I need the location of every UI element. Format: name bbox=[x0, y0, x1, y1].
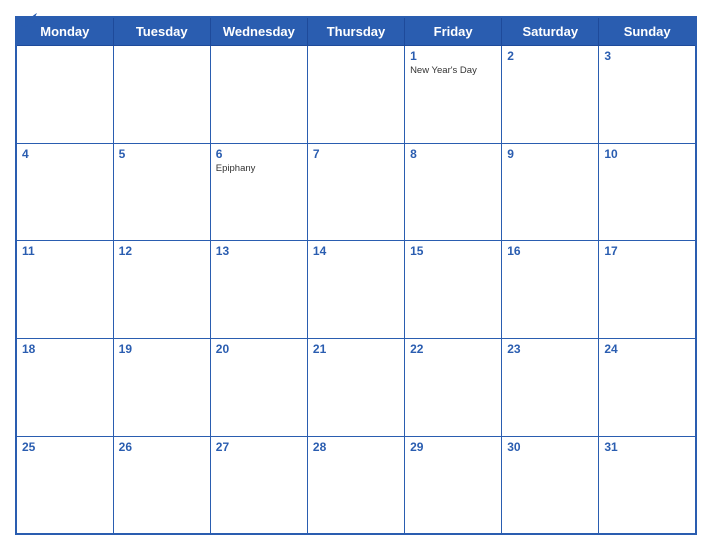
day-number: 12 bbox=[119, 244, 205, 258]
day-number: 11 bbox=[22, 244, 108, 258]
day-number: 3 bbox=[604, 49, 690, 63]
calendar-cell: 9 bbox=[502, 143, 599, 241]
calendar-cell: 15 bbox=[405, 241, 502, 339]
calendar-cell: 26 bbox=[113, 436, 210, 534]
calendar-week-row-1: 1 New Year's Day 23 bbox=[16, 46, 696, 144]
calendar-cell: 29 bbox=[405, 436, 502, 534]
holiday-name: New Year's Day bbox=[410, 65, 496, 76]
day-number: 17 bbox=[604, 244, 690, 258]
day-number: 25 bbox=[22, 440, 108, 454]
day-number: 14 bbox=[313, 244, 399, 258]
day-number: 10 bbox=[604, 147, 690, 161]
holiday-name: Epiphany bbox=[216, 163, 302, 174]
day-number: 13 bbox=[216, 244, 302, 258]
calendar-cell: 28 bbox=[307, 436, 404, 534]
calendar-cell: 8 bbox=[405, 143, 502, 241]
calendar-week-row-3: 11 12 13 14 15 16 17 bbox=[16, 241, 696, 339]
calendar-cell bbox=[210, 46, 307, 144]
day-number: 29 bbox=[410, 440, 496, 454]
day-number: 21 bbox=[313, 342, 399, 356]
day-number: 4 bbox=[22, 147, 108, 161]
calendar-cell: 30 bbox=[502, 436, 599, 534]
logo-area bbox=[15, 10, 39, 30]
calendar-cell: 17 bbox=[599, 241, 696, 339]
weekday-header-wednesday: Wednesday bbox=[210, 17, 307, 46]
day-number: 18 bbox=[22, 342, 108, 356]
calendar-cell: 13 bbox=[210, 241, 307, 339]
calendar-cell bbox=[113, 46, 210, 144]
day-number: 30 bbox=[507, 440, 593, 454]
day-number: 22 bbox=[410, 342, 496, 356]
calendar-cell: 10 bbox=[599, 143, 696, 241]
day-number: 27 bbox=[216, 440, 302, 454]
calendar-cell: 12 bbox=[113, 241, 210, 339]
calendar-week-row-2: 456 Epiphany 789 10 bbox=[16, 143, 696, 241]
day-number: 1 bbox=[410, 49, 496, 63]
day-number: 9 bbox=[507, 147, 593, 161]
day-number: 16 bbox=[507, 244, 593, 258]
calendar-cell: 2 bbox=[502, 46, 599, 144]
weekday-header-friday: Friday bbox=[405, 17, 502, 46]
calendar-cell: 3 bbox=[599, 46, 696, 144]
calendar-week-row-4: 18 19 20 21 22 23 24 bbox=[16, 339, 696, 437]
day-number: 7 bbox=[313, 147, 399, 161]
weekday-header-thursday: Thursday bbox=[307, 17, 404, 46]
logo-bird-icon bbox=[17, 10, 39, 30]
day-number: 24 bbox=[604, 342, 690, 356]
day-number: 20 bbox=[216, 342, 302, 356]
calendar-table: MondayTuesdayWednesdayThursdayFridaySatu… bbox=[15, 16, 697, 535]
calendar-cell: 1 New Year's Day bbox=[405, 46, 502, 144]
calendar-cell: 21 bbox=[307, 339, 404, 437]
day-number: 8 bbox=[410, 147, 496, 161]
weekday-header-tuesday: Tuesday bbox=[113, 17, 210, 46]
calendar-cell: 31 bbox=[599, 436, 696, 534]
day-number: 23 bbox=[507, 342, 593, 356]
calendar-cell: 25 bbox=[16, 436, 113, 534]
calendar-cell: 22 bbox=[405, 339, 502, 437]
day-number: 6 bbox=[216, 147, 302, 161]
calendar-cell: 23 bbox=[502, 339, 599, 437]
calendar-cell: 18 bbox=[16, 339, 113, 437]
day-number: 31 bbox=[604, 440, 690, 454]
weekday-header-sunday: Sunday bbox=[599, 17, 696, 46]
day-number: 5 bbox=[119, 147, 205, 161]
calendar-cell: 4 bbox=[16, 143, 113, 241]
calendar-cell: 20 bbox=[210, 339, 307, 437]
calendar-cell bbox=[16, 46, 113, 144]
calendar-cell: 14 bbox=[307, 241, 404, 339]
calendar-cell: 11 bbox=[16, 241, 113, 339]
day-number: 28 bbox=[313, 440, 399, 454]
day-number: 15 bbox=[410, 244, 496, 258]
calendar-wrapper: MondayTuesdayWednesdayThursdayFridaySatu… bbox=[0, 0, 712, 550]
calendar-cell: 16 bbox=[502, 241, 599, 339]
calendar-cell: 7 bbox=[307, 143, 404, 241]
weekday-header-row: MondayTuesdayWednesdayThursdayFridaySatu… bbox=[16, 17, 696, 46]
calendar-cell: 5 bbox=[113, 143, 210, 241]
calendar-cell: 19 bbox=[113, 339, 210, 437]
day-number: 19 bbox=[119, 342, 205, 356]
day-number: 2 bbox=[507, 49, 593, 63]
day-number: 26 bbox=[119, 440, 205, 454]
calendar-week-row-5: 25 26 27 28 29 30 31 bbox=[16, 436, 696, 534]
calendar-cell: 27 bbox=[210, 436, 307, 534]
calendar-cell: 24 bbox=[599, 339, 696, 437]
weekday-header-saturday: Saturday bbox=[502, 17, 599, 46]
calendar-cell bbox=[307, 46, 404, 144]
calendar-cell: 6 Epiphany bbox=[210, 143, 307, 241]
